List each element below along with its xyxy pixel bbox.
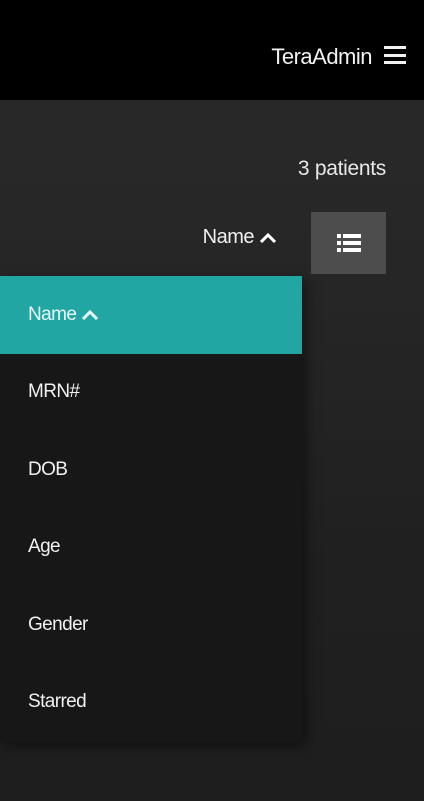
top-bar: TeraAdmin [0, 0, 424, 100]
sort-option-age[interactable]: Age [0, 509, 302, 587]
sort-dropdown-button[interactable]: Name [203, 226, 276, 249]
sort-current-label: Name [202, 226, 255, 248]
sort-option-label: DOB [28, 458, 68, 480]
sort-option-name[interactable]: Name [0, 276, 302, 354]
list-view-icon [336, 234, 361, 252]
user-name[interactable]: TeraAdmin [271, 44, 372, 70]
sort-option-label: Starred [28, 691, 87, 713]
sort-option-starred[interactable]: Starred [0, 664, 302, 742]
sort-option-gender[interactable]: Gender [0, 586, 302, 664]
hamburger-menu-icon[interactable] [384, 46, 406, 64]
chevron-up-icon [82, 309, 99, 320]
sort-option-label: MRN# [28, 381, 80, 403]
sort-option-dob[interactable]: DOB [0, 431, 302, 509]
sort-option-label: Age [28, 536, 61, 558]
sort-option-mrn[interactable]: MRN# [0, 354, 302, 432]
sort-option-label: Gender [28, 613, 88, 635]
chevron-up-icon [260, 232, 276, 243]
sort-option-label: Name [28, 303, 77, 325]
sort-options-menu: Name MRN# DOB Age Gender Starred [0, 276, 302, 742]
page: TeraAdmin 3 patients Name Name MRN# DOB [0, 0, 424, 801]
patient-count: 3 patients [297, 157, 386, 180]
list-view-toggle-button[interactable] [311, 212, 386, 274]
